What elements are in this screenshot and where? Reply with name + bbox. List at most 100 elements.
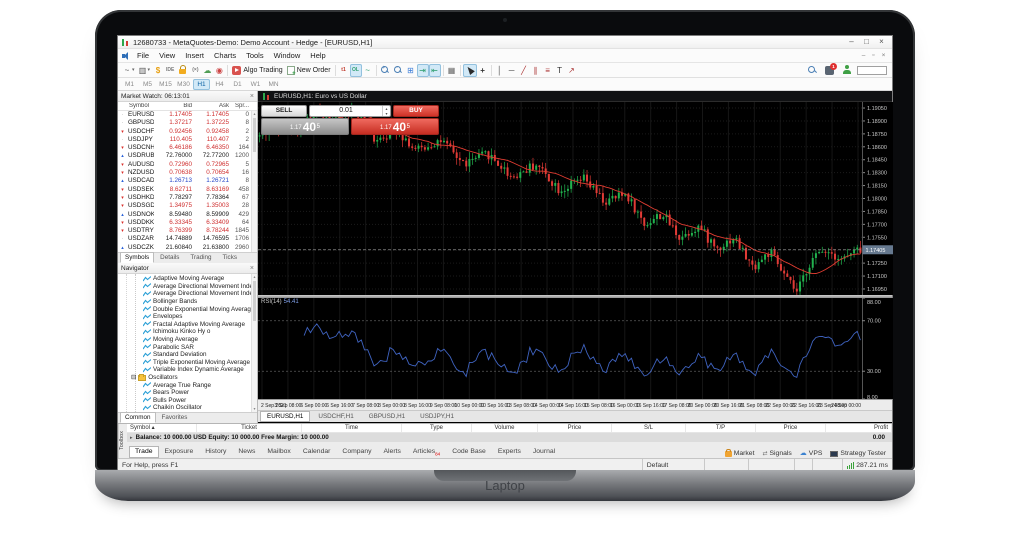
table-row-usdchf[interactable]: ▾USDCHF0.924560.924582 (118, 128, 257, 136)
nav-indicator-double-exponential-moving-average[interactable]: Double Exponential Moving Average (118, 305, 257, 313)
trade-column-volume-4[interactable]: Volume (472, 424, 538, 432)
child-close-button[interactable]: × (879, 52, 888, 59)
navigator-scrollbar[interactable]: ▴▾ (251, 274, 257, 412)
cursor-button[interactable] (463, 64, 477, 77)
nav-indicator-parabolic-sar[interactable]: Parabolic SAR (118, 343, 257, 351)
ohlc-button[interactable]: OL (350, 64, 362, 77)
trade-column-price-5[interactable]: Price (538, 424, 612, 432)
navigator-tab-favorites[interactable]: Favorites (157, 412, 193, 423)
table-row-usdrub[interactable]: ▴USDRUB72.7600072.772001200 (118, 152, 257, 160)
close-icon[interactable]: × (250, 264, 254, 273)
table-row-usdcnh[interactable]: ▾USDCNH6.461866.46350164 (118, 144, 257, 152)
trade-column-symbol-0[interactable]: Symbol ▴ (127, 424, 197, 432)
timeframe-m15[interactable]: M15 (157, 79, 174, 90)
nav-indicator-ichimoku-kinko-hy-o[interactable]: Ichimoku Kinko Hy o (118, 328, 257, 336)
market-watch-tab-details[interactable]: Details (155, 252, 184, 263)
chart-tab-usdchf-h1[interactable]: USDCHF,H1 (311, 411, 360, 422)
chart-type-dropdown[interactable]: ~▾ (121, 64, 137, 77)
arrows-button[interactable]: ↗ (566, 64, 578, 77)
nav-indicator-average-directional-movement-index[interactable]: Average Directional Movement Index (118, 283, 257, 291)
mw-col-symbol[interactable]: Symbol (127, 103, 154, 109)
metaeditor-button[interactable]: IDE (164, 64, 176, 77)
table-row-usdczk[interactable]: ▴USDCZK21.6084021.638002960 (118, 244, 257, 252)
toolbox-tab-alerts[interactable]: Alerts (378, 446, 407, 458)
table-row-usdtry[interactable]: ▾USDTRY8.763998.782441845 (118, 227, 257, 235)
close-button[interactable]: × (874, 36, 889, 48)
crosshair-button[interactable]: + (477, 64, 489, 77)
toolbar-search-input[interactable] (857, 66, 887, 75)
scroll-down-icon[interactable]: ▾ (252, 406, 257, 412)
toolbox-tab-trade[interactable]: Trade (129, 446, 159, 458)
algo-trading-button[interactable]: Algo Trading (230, 64, 284, 77)
expand-icon[interactable]: ▸ (130, 435, 133, 441)
trade-column-price-8[interactable]: Price (756, 424, 826, 432)
menu-insert[interactable]: Insert (180, 50, 209, 61)
scroll-thumb[interactable] (253, 281, 256, 321)
timeframe-h4[interactable]: H4 (211, 79, 228, 90)
service-market[interactable]: Market (725, 450, 755, 457)
mw-col-spr[interactable]: Spr... (231, 103, 251, 109)
toolbox-tab-code-base[interactable]: Code Base (446, 446, 492, 458)
menu-tools[interactable]: Tools (241, 50, 269, 61)
nav-indicator-chaikin-oscillator[interactable]: Chaikin Oscillator (118, 404, 257, 412)
toolbox-tab-news[interactable]: News (232, 446, 261, 458)
maximize-button[interactable]: □ (859, 36, 874, 48)
child-restore-button[interactable]: ▫ (869, 52, 878, 59)
nav-indicator-bulls-power[interactable]: Bulls Power (118, 397, 257, 405)
toolbox-tab-calendar[interactable]: Calendar (297, 446, 337, 458)
expand-toggle-icon[interactable]: ⊟ (131, 374, 136, 381)
timeframe-m5[interactable]: M5 (139, 79, 156, 90)
menu-window[interactable]: Window (269, 50, 306, 61)
nav-indicator-average-true-range[interactable]: Average True Range (118, 381, 257, 389)
menu-charts[interactable]: Charts (209, 50, 241, 61)
child-minimize-button[interactable]: – (859, 52, 868, 59)
profile-icon[interactable] (840, 64, 853, 77)
nav-indicator-moving-average[interactable]: Moving Average (118, 336, 257, 344)
market-watch-tab-symbols[interactable]: Symbols (120, 252, 154, 263)
cloud-button[interactable]: ☁ (201, 64, 213, 77)
nav-indicator-fractal-adaptive-moving-average[interactable]: Fractal Adaptive Moving Average (118, 321, 257, 329)
close-icon[interactable]: × (250, 92, 254, 101)
nav-indicator-envelopes[interactable]: Envelopes (118, 313, 257, 321)
toolbox-tab-history[interactable]: History (199, 446, 232, 458)
market-watch-tab-ticks[interactable]: Ticks (218, 252, 242, 263)
menu-view[interactable]: View (154, 50, 180, 61)
service-vps[interactable]: ☁VPS (800, 450, 823, 457)
nav-indicator-standard-deviation[interactable]: Standard Deviation (118, 351, 257, 359)
trade-column-type-3[interactable]: Type (402, 424, 472, 432)
table-row-usdzar[interactable]: ·USDZAR14.7488914.765951706 (118, 235, 257, 243)
grid-button[interactable]: ⊞ (405, 64, 417, 77)
trade-levels-button[interactable]: t1 (338, 64, 350, 77)
trade-column-time-2[interactable]: Time (302, 424, 402, 432)
nav-indicator-adaptive-moving-average[interactable]: Adaptive Moving Average (118, 275, 257, 283)
lock-button[interactable] (176, 64, 189, 77)
new-chart-dropdown[interactable]: ▥▾ (137, 64, 153, 77)
auto-scroll-button[interactable]: ⇤ (429, 64, 441, 77)
toolbox-tab-experts[interactable]: Experts (492, 446, 527, 458)
nav-folder-oscillators[interactable]: ⊟Oscillators (118, 374, 257, 382)
chart-tab-gbpusd-h1[interactable]: GBPUSD,H1 (362, 411, 412, 422)
toolbox-tab-journal[interactable]: Journal (527, 446, 561, 458)
nav-indicator-bollinger-bands[interactable]: Bollinger Bands (118, 298, 257, 306)
nav-indicator-average-directional-movement-index-wilder[interactable]: Average Directional Movement Index Wilde… (118, 290, 257, 298)
table-row-eurusd[interactable]: ·EURUSD1.174051.174050 (118, 111, 257, 119)
search-icon[interactable] (806, 64, 819, 77)
toolbox-tab-company[interactable]: Company (336, 446, 377, 458)
toolbox-tab-articles[interactable]: Articles84 (407, 446, 446, 458)
buy-button[interactable]: BUY (393, 105, 439, 117)
zoom-in-button[interactable]: + (379, 64, 392, 77)
volume-stepper[interactable]: 0.01 ▴▾ (309, 105, 391, 117)
nav-indicator-triple-exponential-moving-average[interactable]: Triple Exponential Moving Average (118, 359, 257, 367)
timeframe-m30[interactable]: M30 (175, 79, 192, 90)
timeframe-mn[interactable]: MN (265, 79, 282, 90)
table-row-audusd[interactable]: ▾AUDUSD0.729600.729655 (118, 161, 257, 169)
nav-indicator-variable-index-dynamic-average[interactable]: Variable Index Dynamic Average (118, 366, 257, 374)
minimize-button[interactable]: – (844, 36, 859, 48)
toolbox-tab-exposure[interactable]: Exposure (159, 446, 200, 458)
depth-of-market-button[interactable]: (×) (189, 64, 201, 77)
table-row-usdjpy[interactable]: ·USDJPY110.405110.4072 (118, 136, 257, 144)
horizontal-line-button[interactable]: ─ (506, 64, 518, 77)
mw-col-bid[interactable]: Bid (154, 103, 194, 109)
table-row-nzdusd[interactable]: ▾NZDUSD0.706380.7065416 (118, 169, 257, 177)
service-signals[interactable]: ⇄Signals (762, 450, 791, 457)
